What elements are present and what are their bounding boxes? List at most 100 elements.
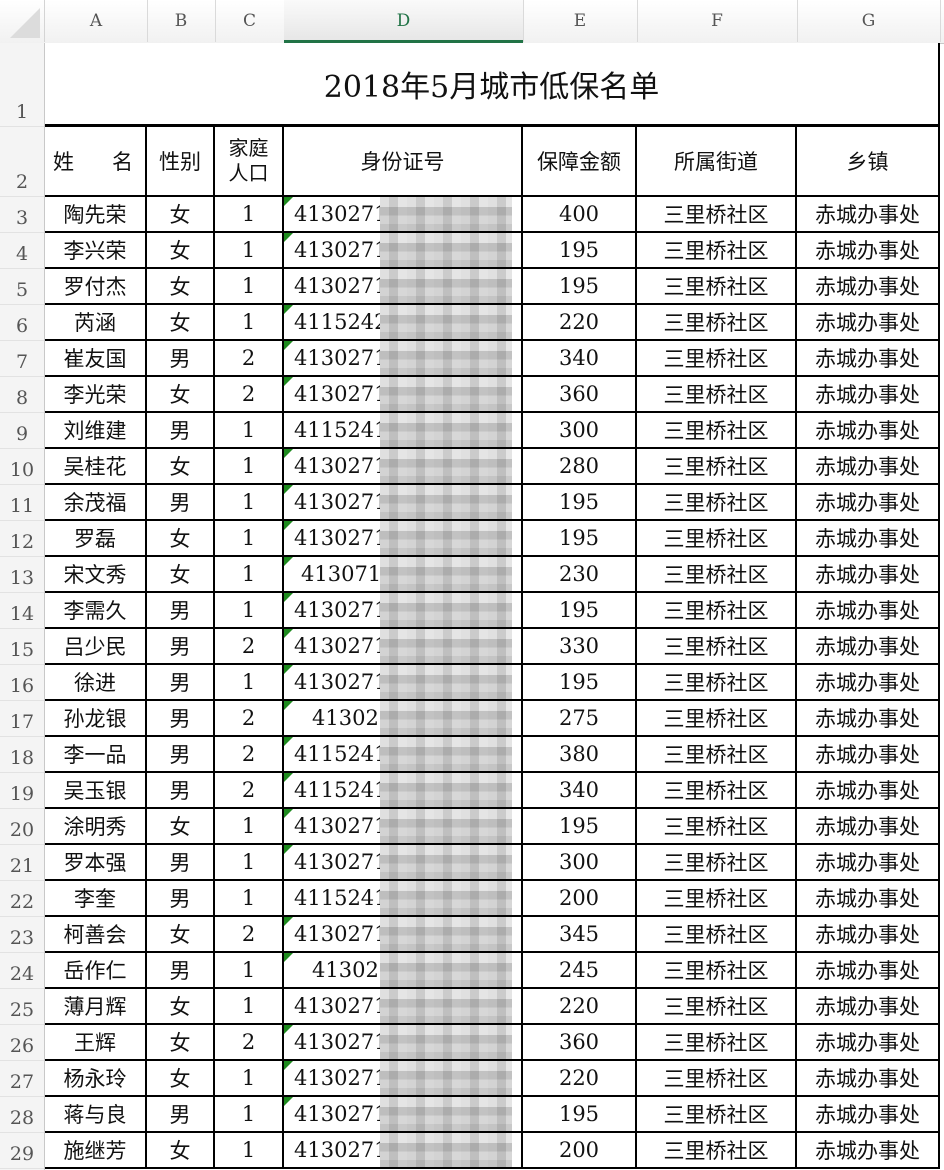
street-cell[interactable]: 三里桥社区 xyxy=(637,629,797,665)
row-header-17[interactable]: 17 xyxy=(0,701,44,737)
town-cell[interactable]: 赤城办事处 xyxy=(797,341,940,377)
town-cell[interactable]: 赤城办事处 xyxy=(797,377,940,413)
row-header-28[interactable]: 28 xyxy=(0,1097,44,1133)
gender-cell[interactable]: 女 xyxy=(147,557,215,593)
gender-cell[interactable]: 女 xyxy=(147,305,215,341)
amount-cell[interactable]: 360 xyxy=(523,1025,637,1061)
row-header-2[interactable]: 2 xyxy=(0,127,44,197)
number-as-text-warning-icon[interactable] xyxy=(284,557,293,566)
id-number-cell[interactable]: 41152419 xyxy=(284,737,523,773)
name-cell[interactable]: 李奎 xyxy=(45,881,147,917)
row-header-19[interactable]: 19 xyxy=(0,773,44,809)
household-cell[interactable]: 2 xyxy=(215,737,284,773)
column-header-f[interactable]: F xyxy=(637,0,798,42)
town-cell[interactable]: 赤城办事处 xyxy=(797,701,940,737)
household-cell[interactable]: 2 xyxy=(215,629,284,665)
amount-cell[interactable]: 220 xyxy=(523,1061,637,1097)
gender-cell[interactable]: 女 xyxy=(147,449,215,485)
name-cell[interactable]: 孙龙银 xyxy=(45,701,147,737)
number-as-text-warning-icon[interactable] xyxy=(284,1061,293,1070)
name-cell[interactable]: 蒋与良 xyxy=(45,1097,147,1133)
street-cell[interactable]: 三里桥社区 xyxy=(637,485,797,521)
row-header-3[interactable]: 3 xyxy=(0,197,44,233)
number-as-text-warning-icon[interactable] xyxy=(284,341,293,350)
gender-cell[interactable]: 女 xyxy=(147,521,215,557)
household-cell[interactable]: 1 xyxy=(215,593,284,629)
street-cell[interactable]: 三里桥社区 xyxy=(637,1133,797,1169)
row-header-25[interactable]: 25 xyxy=(0,989,44,1025)
amount-cell[interactable]: 340 xyxy=(523,773,637,809)
amount-cell[interactable]: 345 xyxy=(523,917,637,953)
gender-cell[interactable]: 女 xyxy=(147,1133,215,1169)
header-gender-cell[interactable]: 性别 xyxy=(147,127,215,197)
number-as-text-warning-icon[interactable] xyxy=(284,305,293,314)
row-header-16[interactable]: 16 xyxy=(0,665,44,701)
column-header-a[interactable]: A xyxy=(45,0,148,42)
town-cell[interactable]: 赤城办事处 xyxy=(797,197,940,233)
street-cell[interactable]: 三里桥社区 xyxy=(637,1025,797,1061)
town-cell[interactable]: 赤城办事处 xyxy=(797,521,940,557)
row-header-6[interactable]: 6 xyxy=(0,305,44,341)
column-header-g[interactable]: G xyxy=(797,0,941,42)
household-cell[interactable]: 1 xyxy=(215,413,284,449)
household-cell[interactable]: 2 xyxy=(215,773,284,809)
town-cell[interactable]: 赤城办事处 xyxy=(797,809,940,845)
amount-cell[interactable]: 275 xyxy=(523,701,637,737)
street-cell[interactable]: 三里桥社区 xyxy=(637,305,797,341)
town-cell[interactable]: 赤城办事处 xyxy=(797,557,940,593)
amount-cell[interactable]: 280 xyxy=(523,449,637,485)
gender-cell[interactable]: 男 xyxy=(147,845,215,881)
gender-cell[interactable]: 男 xyxy=(147,413,215,449)
amount-cell[interactable]: 195 xyxy=(523,521,637,557)
id-number-cell[interactable]: 41302719 xyxy=(284,521,523,557)
household-cell[interactable]: 1 xyxy=(215,1133,284,1169)
header-street-cell[interactable]: 所属街道 xyxy=(637,127,797,197)
town-cell[interactable]: 赤城办事处 xyxy=(797,233,940,269)
gender-cell[interactable]: 男 xyxy=(147,629,215,665)
name-cell[interactable]: 薄月辉 xyxy=(45,989,147,1025)
name-cell[interactable]: 罗付杰 xyxy=(45,269,147,305)
name-cell[interactable]: 李一品 xyxy=(45,737,147,773)
id-number-cell[interactable]: 41302719 xyxy=(284,1133,523,1169)
street-cell[interactable]: 三里桥社区 xyxy=(637,593,797,629)
header-name-cell[interactable]: 姓 名 xyxy=(45,127,147,197)
number-as-text-warning-icon[interactable] xyxy=(284,845,293,854)
header-household-cell[interactable]: 家庭 人口 xyxy=(215,127,284,197)
row-header-29[interactable]: 29 xyxy=(0,1133,44,1169)
gender-cell[interactable]: 男 xyxy=(147,737,215,773)
street-cell[interactable]: 三里桥社区 xyxy=(637,269,797,305)
number-as-text-warning-icon[interactable] xyxy=(284,809,293,818)
town-cell[interactable]: 赤城办事处 xyxy=(797,953,940,989)
number-as-text-warning-icon[interactable] xyxy=(284,773,293,782)
household-cell[interactable]: 1 xyxy=(215,269,284,305)
name-cell[interactable]: 施继芳 xyxy=(45,1133,147,1169)
street-cell[interactable]: 三里桥社区 xyxy=(637,773,797,809)
street-cell[interactable]: 三里桥社区 xyxy=(637,557,797,593)
household-cell[interactable]: 1 xyxy=(215,665,284,701)
column-header-c[interactable]: C xyxy=(215,0,285,42)
name-cell[interactable]: 李光荣 xyxy=(45,377,147,413)
town-cell[interactable]: 赤城办事处 xyxy=(797,485,940,521)
id-number-cell[interactable]: 41302719 xyxy=(284,341,523,377)
name-cell[interactable]: 李需久 xyxy=(45,593,147,629)
id-number-cell[interactable]: 41302719 xyxy=(284,377,523,413)
household-cell[interactable]: 2 xyxy=(215,701,284,737)
id-number-cell[interactable]: 41302719 xyxy=(284,197,523,233)
name-cell[interactable]: 徐进 xyxy=(45,665,147,701)
id-number-cell[interactable]: 41302719 xyxy=(284,1097,523,1133)
gender-cell[interactable]: 男 xyxy=(147,953,215,989)
household-cell[interactable]: 1 xyxy=(215,197,284,233)
column-header-b[interactable]: B xyxy=(147,0,216,42)
number-as-text-warning-icon[interactable] xyxy=(284,737,293,746)
street-cell[interactable]: 三里桥社区 xyxy=(637,989,797,1025)
row-header-9[interactable]: 9 xyxy=(0,413,44,449)
row-header-20[interactable]: 20 xyxy=(0,809,44,845)
town-cell[interactable]: 赤城办事处 xyxy=(797,305,940,341)
number-as-text-warning-icon[interactable] xyxy=(284,377,293,386)
number-as-text-warning-icon[interactable] xyxy=(284,521,293,530)
number-as-text-warning-icon[interactable] xyxy=(284,197,293,206)
amount-cell[interactable]: 220 xyxy=(523,305,637,341)
town-cell[interactable]: 赤城办事处 xyxy=(797,593,940,629)
amount-cell[interactable]: 245 xyxy=(523,953,637,989)
town-cell[interactable]: 赤城办事处 xyxy=(797,269,940,305)
